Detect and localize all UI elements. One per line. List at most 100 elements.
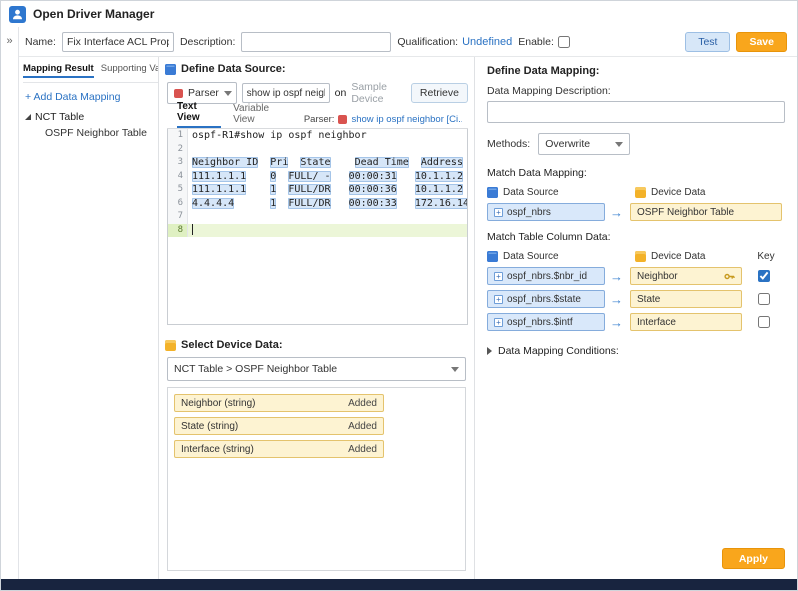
tree-expander-icon[interactable] (25, 114, 31, 120)
description-label: Description: (180, 36, 235, 48)
toolbar: Name: Description: Qualification: Undefi… (19, 27, 797, 57)
tab-variable-view[interactable]: Variable View (233, 103, 292, 128)
mapping-description-input[interactable] (487, 101, 785, 123)
tree-node-label: NCT Table (35, 111, 84, 123)
mapping-description-label: Data Mapping Description: (487, 85, 785, 97)
editor-line[interactable]: 2 (168, 143, 467, 157)
define-data-mapping-panel: Define Data Mapping: Data Mapping Descri… (475, 57, 797, 579)
editor-line[interactable]: 5111.1.1.1 1 FULL/DR 00:00:36 10.1.1.2 F… (168, 183, 467, 197)
device-data-item[interactable]: State (string)Added (174, 417, 384, 435)
key-header: Key (747, 251, 785, 262)
data-mapping-conditions-toggle[interactable]: Data Mapping Conditions: (487, 345, 785, 357)
methods-select[interactable]: Overwrite (538, 133, 630, 155)
device-data-chip[interactable]: State (630, 290, 742, 308)
key-checkbox[interactable] (758, 293, 770, 305)
line-text: 4.4.4.4 1 FULL/DR 00:00:33 172.16.14.4 F… (188, 197, 467, 211)
main-content: Mapping Result Supporting Variables + Ad… (19, 57, 797, 579)
line-number: 5 (168, 183, 188, 197)
editor-line[interactable]: 8 (168, 224, 467, 238)
data-source-panel: Define Data Source: Parser on Sample Dev… (159, 57, 475, 579)
tree-node-ospf-neighbor-table[interactable]: OSPF Neighbor Table (23, 125, 158, 141)
device-data-select[interactable]: NCT Table > OSPF Neighbor Table (167, 357, 466, 381)
key-checkbox[interactable] (758, 316, 770, 328)
select-device-data-title: Select Device Data: (181, 339, 283, 351)
enable-checkbox[interactable] (558, 36, 570, 48)
editor-line[interactable]: 7 (168, 210, 467, 224)
save-button[interactable]: Save (736, 32, 787, 52)
dropdown-caret-icon (615, 142, 623, 147)
data-source-chip[interactable]: +ospf_nbrs.$intf (487, 313, 605, 331)
parser-select-value: Parser (188, 87, 219, 99)
expand-panel-icon[interactable]: » (6, 35, 12, 47)
data-source-chip[interactable]: +ospf_nbrs.$state (487, 290, 605, 308)
device-data-item-label: State (string) (181, 421, 238, 432)
methods-select-value: Overwrite (545, 138, 590, 150)
data-mapping-conditions-label: Data Mapping Conditions: (498, 345, 619, 357)
line-text (188, 224, 467, 238)
device-data-chip-label: OSPF Neighbor Table (637, 207, 734, 218)
key-checkbox[interactable] (758, 270, 770, 282)
parser-link[interactable]: show ip ospf neighbor [Ci... (351, 114, 462, 125)
column-mapping-rows: +ospf_nbrs.$nbr_id→Neighbor +ospf_nbrs.$s… (487, 267, 785, 331)
tree-node-nct-table[interactable]: NCT Table (23, 109, 158, 125)
window-title: Open Driver Manager (33, 7, 154, 21)
line-number: 4 (168, 170, 188, 184)
test-button[interactable]: Test (685, 32, 730, 52)
expand-icon: + (494, 208, 503, 217)
sample-device-label: Sample Device (351, 81, 406, 105)
left-panel-tabs: Mapping Result Supporting Variables (23, 61, 158, 83)
device-data-item[interactable]: Interface (string)Added (174, 440, 384, 458)
device-data-chip[interactable]: Interface (630, 313, 742, 331)
editor-view-tabs: Text View Variable View Parser: show ip … (167, 111, 468, 129)
define-data-source-section: Define Data Source: Parser on Sample Dev… (159, 57, 474, 333)
apply-button[interactable]: Apply (722, 548, 785, 569)
dropdown-caret-icon (224, 91, 232, 96)
editor-line[interactable]: 1ospf-R1#show ip ospf neighbor (168, 129, 467, 143)
column-mapping-row: +ospf_nbrs.$intf→Interface (487, 313, 785, 331)
tab-supporting-variables[interactable]: Supporting Variables (101, 63, 158, 78)
device-data-icon (635, 187, 646, 198)
command-input[interactable] (242, 83, 330, 103)
tab-mapping-result[interactable]: Mapping Result (23, 63, 94, 78)
data-source-chip-label: ospf_nbrs (507, 207, 551, 218)
editor-line[interactable]: 4111.1.1.1 0 FULL/ - 00:00:31 10.1.1.2 O… (168, 170, 467, 184)
parser-ref-label: Parser: (304, 114, 335, 125)
mapping-tree: NCT Table OSPF Neighbor Table (23, 109, 158, 141)
expand-icon: + (494, 318, 503, 327)
parser-icon (174, 89, 183, 98)
qualification-label: Qualification: (397, 36, 458, 48)
device-data-chip[interactable]: Neighbor (630, 267, 742, 285)
editor-line[interactable]: 64.4.4.4 1 FULL/DR 00:00:33 172.16.14.4 … (168, 197, 467, 211)
tab-text-view[interactable]: Text View (177, 101, 221, 128)
line-text (188, 143, 467, 157)
device-data-chip[interactable]: OSPF Neighbor Table (630, 203, 782, 221)
device-data-header: Device Data (651, 187, 705, 198)
collapsed-triangle-icon (487, 347, 492, 355)
device-data-icon (635, 251, 646, 262)
dropdown-caret-icon (451, 367, 459, 372)
titlebar: Open Driver Manager (1, 1, 797, 27)
device-data-item[interactable]: Neighbor (string)Added (174, 394, 384, 412)
device-data-list: Neighbor (string)Added State (string)Adde… (167, 387, 466, 571)
left-rail: » (1, 27, 19, 579)
description-input[interactable] (241, 32, 391, 52)
column-mapping-row: +ospf_nbrs.$nbr_id→Neighbor (487, 267, 785, 285)
enable-label: Enable: (518, 36, 554, 48)
data-source-chip[interactable]: + ospf_nbrs (487, 203, 605, 221)
mapping-result-panel: Mapping Result Supporting Variables + Ad… (19, 57, 159, 579)
line-number: 6 (168, 197, 188, 211)
app-icon (9, 6, 26, 23)
line-text: Neighbor ID Pri State Dead Time Address … (188, 156, 467, 170)
parser-icon (338, 115, 347, 124)
editor-line[interactable]: 3Neighbor ID Pri State Dead Time Address… (168, 156, 467, 170)
bottom-bar (1, 579, 797, 590)
qualification-link[interactable]: Undefined (462, 36, 512, 48)
add-data-mapping-link[interactable]: + Add Data Mapping (25, 91, 120, 103)
data-source-chip[interactable]: +ospf_nbrs.$nbr_id (487, 267, 605, 285)
tree-node-label: OSPF Neighbor Table (45, 127, 147, 139)
line-number: 8 (168, 224, 188, 238)
match-data-mapping-table: Data Source Device Data + ospf_nbrs → OS… (487, 185, 785, 221)
name-input[interactable] (62, 32, 174, 52)
retrieve-button[interactable]: Retrieve (411, 83, 468, 103)
code-editor[interactable]: 1ospf-R1#show ip ospf neighbor23Neighbor… (167, 129, 468, 325)
